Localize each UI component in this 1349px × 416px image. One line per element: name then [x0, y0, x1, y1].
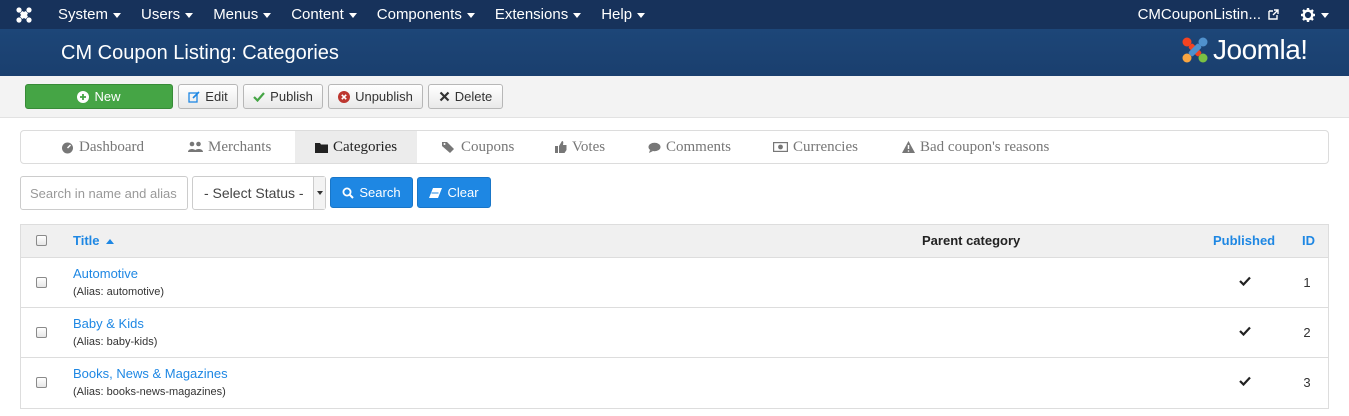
search-button[interactable]: Search: [330, 177, 413, 208]
settings-menu[interactable]: [1301, 7, 1349, 22]
caret-down-icon: [348, 13, 357, 18]
tab-merchants[interactable]: Merchants: [188, 131, 271, 163]
caret-down-icon: [573, 13, 582, 18]
delete-button[interactable]: Delete: [428, 84, 503, 109]
joomla-logo-icon: [1182, 37, 1208, 63]
row-checkbox[interactable]: [36, 327, 47, 338]
column-parent-category: Parent category: [922, 233, 1021, 248]
times-circle-icon: [338, 90, 351, 103]
menu-help[interactable]: Help: [591, 0, 655, 29]
brand-text: Joomla!: [1213, 34, 1308, 65]
page-title: CM Coupon Listing: Categories: [61, 42, 339, 64]
published-check-icon[interactable]: [1239, 276, 1251, 286]
menu-menus[interactable]: Menus: [203, 0, 281, 29]
top-navbar: System Users Menus Content Components Ex…: [0, 0, 1349, 29]
unpublish-button[interactable]: Unpublish: [328, 84, 423, 109]
menu-content[interactable]: Content: [281, 0, 367, 29]
folder-icon: [315, 142, 328, 153]
table-row: Baby & Kids (Alias: baby-kids) 2: [21, 308, 1328, 358]
category-title-link[interactable]: Baby & Kids: [73, 316, 144, 331]
comments-icon: [648, 142, 661, 153]
eraser-icon: [429, 187, 443, 198]
tab-dashboard[interactable]: Dashboard: [61, 131, 144, 163]
tab-currencies[interactable]: Currencies: [773, 131, 858, 163]
tab-bad-coupon-reasons[interactable]: Bad coupon's reasons: [902, 131, 1049, 163]
joomla-logo: Joomla!: [1180, 34, 1308, 66]
category-alias: (Alias: automotive): [73, 286, 165, 298]
users-icon: [188, 141, 203, 152]
category-id: 1: [1303, 275, 1311, 290]
tab-votes[interactable]: Votes: [555, 131, 605, 163]
row-checkbox[interactable]: [36, 377, 47, 388]
joomla-icon[interactable]: [0, 0, 48, 29]
site-link[interactable]: CMCouponListin...: [1138, 6, 1301, 23]
published-check-icon[interactable]: [1239, 326, 1251, 336]
toolbar: New Edit Publish Unpublish Delete: [0, 76, 1349, 118]
menu-system[interactable]: System: [48, 0, 131, 29]
money-icon: [773, 142, 788, 152]
row-checkbox[interactable]: [36, 277, 47, 288]
select-arrow-icon: [313, 177, 325, 209]
caret-down-icon: [466, 13, 475, 18]
category-id: 2: [1303, 325, 1311, 340]
column-title-sort[interactable]: Title: [73, 225, 114, 257]
plus-circle-icon: [77, 90, 90, 103]
table-row: Automotive (Alias: automotive) 1: [21, 258, 1328, 308]
category-alias: (Alias: books-news-magazines): [73, 386, 226, 398]
column-id-sort[interactable]: ID: [1302, 225, 1315, 257]
caret-down-icon: [263, 13, 272, 18]
component-tabs: Dashboard Merchants Categories Coupons V…: [20, 130, 1329, 164]
caret-down-icon: [185, 13, 194, 18]
new-button[interactable]: New: [25, 84, 173, 109]
menu-components[interactable]: Components: [367, 0, 485, 29]
external-link-icon: [1268, 9, 1279, 20]
caret-down-icon: [637, 13, 646, 18]
search-input[interactable]: [20, 176, 188, 210]
edit-button[interactable]: Edit: [178, 84, 238, 109]
published-check-icon[interactable]: [1239, 376, 1251, 386]
category-id: 3: [1303, 375, 1311, 390]
tab-comments[interactable]: Comments: [648, 131, 731, 163]
table-header: Title Parent category Published ID: [21, 225, 1328, 258]
page-header: CM Coupon Listing: Categories Joomla!: [0, 29, 1349, 76]
search-icon: [342, 187, 355, 199]
category-alias: (Alias: baby-kids): [73, 336, 158, 348]
tags-icon: [442, 142, 454, 153]
table-row: Books, News & Magazines (Alias: books-ne…: [21, 358, 1328, 408]
tab-categories[interactable]: Categories: [295, 131, 418, 163]
dashboard-icon: [62, 142, 73, 153]
warning-icon: [902, 141, 915, 153]
menu-users[interactable]: Users: [131, 0, 203, 29]
thumbs-up-icon: [555, 141, 567, 153]
column-published-sort[interactable]: Published: [1213, 225, 1275, 257]
category-title-link[interactable]: Books, News & Magazines: [73, 366, 228, 381]
caret-down-icon: [1321, 13, 1329, 18]
caret-down-icon: [113, 13, 122, 18]
sort-asc-icon: [105, 238, 114, 244]
gear-icon: [1301, 7, 1315, 22]
categories-table: Title Parent category Published ID Autom…: [20, 224, 1329, 409]
category-title-link[interactable]: Automotive: [73, 266, 138, 281]
status-select[interactable]: - Select Status -: [192, 176, 326, 210]
times-icon: [439, 91, 449, 102]
edit-icon: [188, 90, 200, 103]
check-icon: [253, 92, 266, 102]
publish-button[interactable]: Publish: [243, 84, 323, 109]
select-all-checkbox[interactable]: [36, 235, 47, 246]
tab-coupons[interactable]: Coupons: [442, 131, 514, 163]
menu-extensions[interactable]: Extensions: [485, 0, 591, 29]
clear-button[interactable]: Clear: [417, 177, 491, 208]
